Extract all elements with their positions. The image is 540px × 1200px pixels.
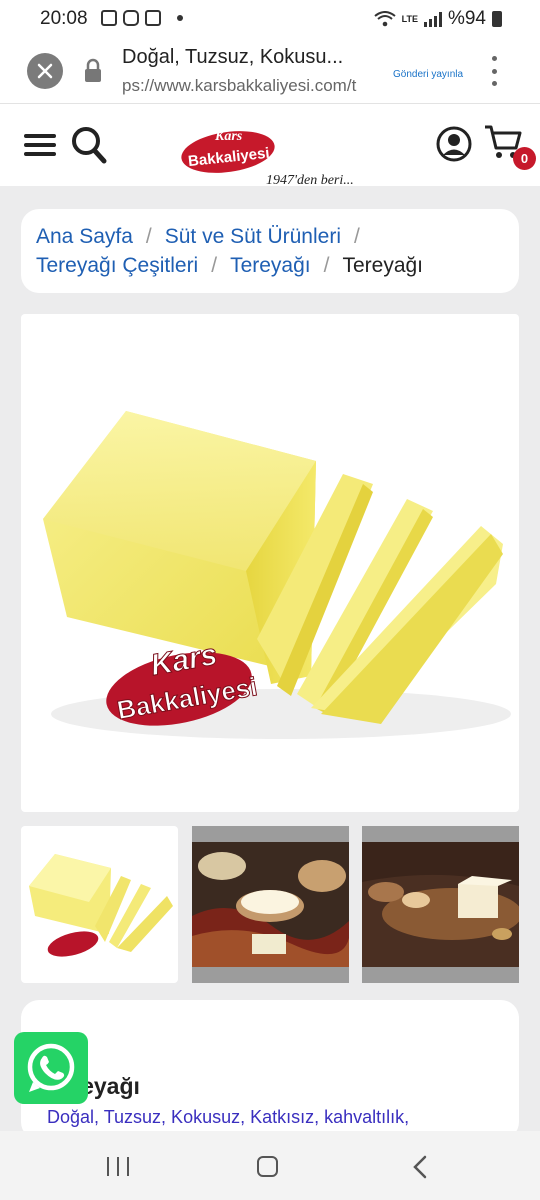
gallery-icon <box>101 10 117 26</box>
back-button[interactable] <box>412 1155 428 1179</box>
thumbnail-bowl-illustration <box>192 842 349 967</box>
instagram-icon <box>123 10 139 26</box>
task-check-icon <box>145 10 161 26</box>
close-icon <box>37 63 53 79</box>
wifi-icon <box>374 11 396 27</box>
breadcrumb-home[interactable]: Ana Sayfa <box>36 225 133 248</box>
breadcrumb: Ana Sayfa / Süt ve Süt Ürünleri / Tereyağı … <box>21 209 519 293</box>
product-description[interactable]: Doğal, Tuzsuz, Kokusuz, Katkısız, kahval… <box>47 1107 409 1128</box>
breadcrumb-separator: / <box>145 225 152 248</box>
system-navigation-bar <box>0 1131 540 1200</box>
breadcrumb-current: Tereyağı <box>342 254 424 277</box>
logo-text-line1: Kars <box>214 129 243 144</box>
butter-illustration: Kars Bakkaliyesi <box>43 411 511 739</box>
user-account-icon[interactable] <box>436 126 472 162</box>
home-button[interactable] <box>257 1156 278 1177</box>
status-time: 20:08 <box>40 8 88 29</box>
hamburger-menu-icon[interactable] <box>24 134 56 156</box>
thumbnail-butter-board[interactable] <box>362 826 519 983</box>
notification-icons <box>101 10 183 26</box>
lock-icon[interactable] <box>83 58 103 84</box>
site-logo[interactable]: Kars Bakkaliyesi 1947'den beri... <box>180 118 370 188</box>
close-tab-button[interactable] <box>27 53 63 89</box>
breadcrumb-butter-types[interactable]: Tereyağı Çeşitleri <box>36 254 198 277</box>
breadcrumb-separator: / <box>354 225 360 248</box>
search-icon[interactable] <box>71 126 107 164</box>
breadcrumb-butter[interactable]: Tereyağı <box>230 254 311 277</box>
recent-apps-button[interactable] <box>107 1157 129 1176</box>
breadcrumb-separator: / <box>323 254 330 277</box>
status-bar: 20:08 LTE %94 <box>0 0 540 38</box>
thumbnail-butter[interactable] <box>21 826 178 983</box>
thumbnail-butter-bowl[interactable] <box>192 826 349 983</box>
battery-icon <box>492 11 502 27</box>
battery-level: %94 <box>447 8 486 29</box>
more-notifications-icon <box>177 15 183 21</box>
site-header: Kars Bakkaliyesi 1947'den beri... 0 <box>0 104 540 188</box>
lte-label: LTE <box>401 13 418 24</box>
product-info-card: Tereyağı Doğal, Tuzsuz, Kokusuz, Katkısı… <box>21 1000 519 1140</box>
whatsapp-button[interactable] <box>14 1032 88 1104</box>
page-title[interactable]: Doğal, Tuzsuz, Kokusu... <box>122 46 382 69</box>
share-post-link[interactable]: Gönderi yayınla <box>393 69 463 80</box>
whatsapp-icon <box>27 1043 75 1092</box>
browser-menu-button[interactable] <box>490 56 498 86</box>
main-product-image[interactable]: Kars Bakkaliyesi <box>21 314 519 812</box>
breadcrumb-dairy[interactable]: Süt ve Süt Ürünleri <box>165 225 341 248</box>
thumbnail-board-illustration <box>362 842 519 967</box>
breadcrumb-separator: / <box>211 254 218 277</box>
thumbnail-butter-illustration <box>29 854 173 957</box>
url-text[interactable]: ps://www.karsbakkaliyesi.com/t <box>122 76 378 96</box>
signal-icon <box>423 11 442 27</box>
browser-address-bar: Doğal, Tuzsuz, Kokusu... ps://www.karsba… <box>0 38 540 104</box>
logo-tagline: 1947'den beri... <box>266 173 354 188</box>
cart-count-badge: 0 <box>513 147 536 170</box>
system-icons: LTE %94 <box>374 8 502 30</box>
